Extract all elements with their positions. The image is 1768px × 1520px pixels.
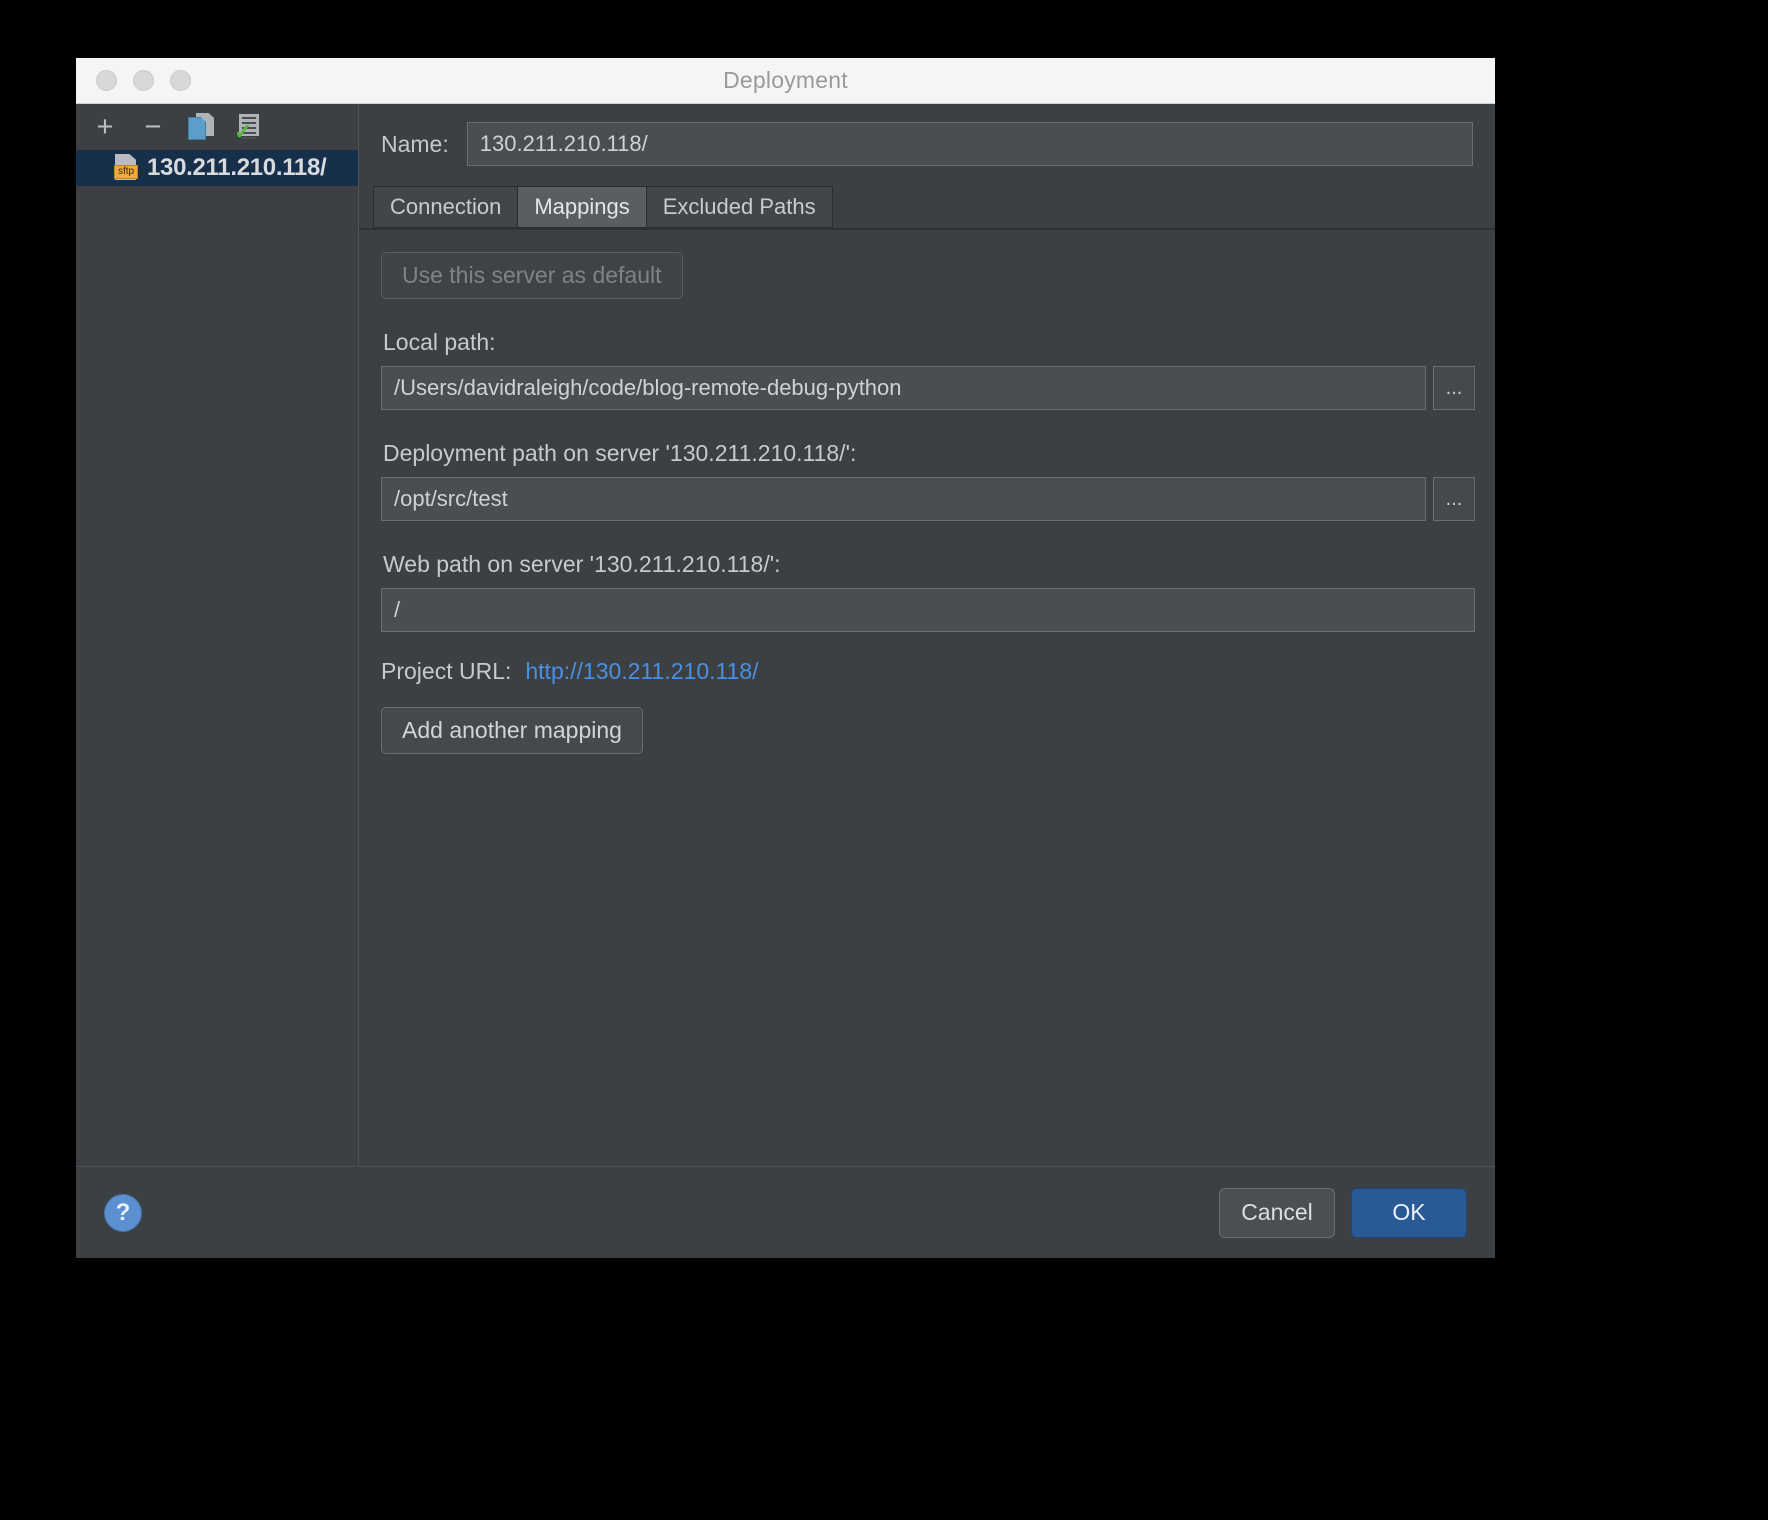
deployment-dialog: Deployment + − ✓ sftp 130.211.210.118/ N… (76, 58, 1495, 1258)
dialog-body: + − ✓ sftp 130.211.210.118/ Name: 130.21… (76, 104, 1495, 1166)
server-list: sftp 130.211.210.118/ (76, 150, 358, 1166)
sidebar-item-server[interactable]: sftp 130.211.210.118/ (76, 150, 358, 186)
traffic-light-group (96, 70, 191, 91)
web-path-row (381, 588, 1475, 632)
tab-mappings[interactable]: Mappings (517, 186, 646, 228)
sftp-badge-label: sftp (114, 165, 138, 179)
help-button[interactable]: ? (104, 1193, 142, 1232)
add-another-mapping-button[interactable]: Add another mapping (381, 707, 643, 754)
name-row: Name: (359, 104, 1495, 166)
server-check-icon: ✓ (234, 113, 263, 143)
name-input[interactable] (466, 122, 1473, 166)
deployment-path-label: Deployment path on server '130.211.210.1… (383, 440, 857, 466)
close-dot-icon[interactable] (96, 70, 117, 91)
plus-icon: + (96, 110, 114, 143)
deployment-path-row: ... (381, 477, 1475, 521)
ok-button[interactable]: OK (1351, 1187, 1467, 1238)
local-path-label: Local path: (383, 329, 496, 355)
local-path-browse-button[interactable]: ... (1433, 366, 1475, 410)
minus-icon: − (144, 110, 162, 143)
project-url-label: Project URL: (381, 658, 512, 684)
tab-excluded-paths[interactable]: Excluded Paths (645, 186, 833, 228)
screen-root: Deployment + − ✓ sftp 130.211.210.118/ N… (0, 0, 1768, 1520)
set-default-server-button[interactable]: ✓ (234, 112, 264, 143)
minimize-dot-icon[interactable] (133, 70, 154, 91)
web-path-label: Web path on server '130.211.210.118/': (383, 551, 781, 577)
deployment-path-input[interactable] (381, 477, 1426, 521)
zoom-dot-icon[interactable] (170, 70, 191, 91)
server-sidebar: + − ✓ sftp 130.211.210.118/ (76, 104, 359, 1166)
sidebar-toolbar: + − ✓ (76, 104, 358, 150)
name-label: Name: (381, 130, 449, 157)
project-url-row: Project URL: http://130.211.210.118/ (381, 658, 1475, 685)
copy-server-button[interactable] (186, 112, 216, 142)
window-titlebar: Deployment (76, 58, 1495, 104)
add-mapping-row: Add another mapping (381, 707, 1475, 754)
copy-icon (188, 113, 214, 141)
cancel-button[interactable]: Cancel (1219, 1187, 1335, 1238)
project-url-link[interactable]: http://130.211.210.118/ (525, 658, 758, 685)
local-path-row: ... (381, 366, 1475, 410)
remove-server-button[interactable]: − (138, 112, 168, 142)
local-path-input[interactable] (381, 366, 1426, 410)
mappings-tab-content: Use this server as default Local path: .… (359, 228, 1495, 1166)
sftp-file-icon: sftp (114, 154, 138, 182)
web-path-input[interactable] (381, 588, 1475, 632)
tab-connection[interactable]: Connection (373, 186, 518, 228)
window-title: Deployment (723, 67, 848, 93)
settings-tabbar: Connection Mappings Excluded Paths (373, 186, 1495, 228)
deployment-path-browse-button[interactable]: ... (1433, 477, 1475, 521)
sidebar-item-label: 130.211.210.118/ (147, 154, 327, 181)
add-server-button[interactable]: + (90, 112, 120, 142)
settings-panel: Name: Connection Mappings Excluded Paths… (359, 104, 1495, 1166)
dialog-footer: ? Cancel OK (76, 1166, 1495, 1258)
use-server-as-default-button[interactable]: Use this server as default (381, 252, 683, 299)
